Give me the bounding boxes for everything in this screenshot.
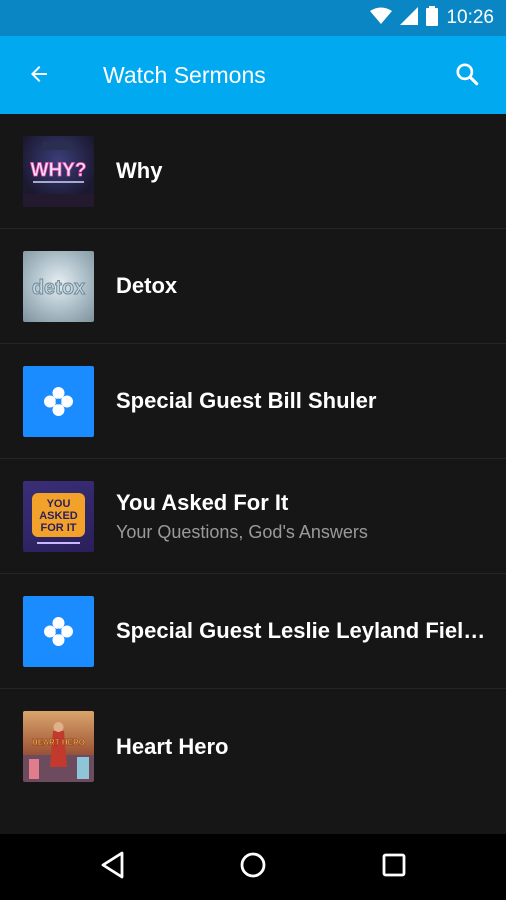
sermon-title: Special Guest Bill Shuler: [116, 388, 377, 413]
sermon-subtitle: Your Questions, God's Answers: [116, 521, 368, 542]
status-bar: 10:26: [0, 0, 506, 36]
list-item[interactable]: Special Guest Bill Shuler: [0, 344, 506, 459]
nav-recents-button[interactable]: [374, 847, 414, 887]
detox-artwork: detox: [23, 251, 94, 322]
list-item[interactable]: YOU ASKED FOR IT You Asked For It Your Q…: [0, 459, 506, 574]
church-logo-icon: [23, 366, 94, 437]
why-artwork: WHY?: [23, 136, 94, 207]
sermon-list: WHY? Why detox Detox Special Guest Bill …: [0, 114, 506, 834]
sermon-title: Detox: [116, 273, 178, 298]
heart-hero-art-text: HEART HERO: [32, 738, 85, 747]
list-item[interactable]: Special Guest Leslie Leyland Fiel…: [0, 574, 506, 689]
status-time: 10:26: [446, 7, 494, 28]
home-circle-icon: [239, 851, 267, 884]
you-asked-for-it-artwork: YOU ASKED FOR IT: [23, 481, 94, 552]
back-button[interactable]: [18, 55, 60, 97]
ysk-line2: ASKED: [39, 510, 78, 522]
app-bar: Watch Sermons: [0, 36, 506, 114]
search-button[interactable]: [446, 55, 488, 97]
recents-square-icon: [382, 853, 406, 882]
status-icons: 10:26: [370, 0, 494, 36]
wifi-icon: [370, 7, 393, 30]
detox-art-text: detox: [32, 277, 85, 299]
list-item[interactable]: detox Detox: [0, 229, 506, 344]
nav-back-button[interactable]: [93, 847, 133, 887]
cell-signal-icon: [400, 6, 419, 30]
heart-hero-artwork: HEART HERO: [23, 711, 94, 782]
nav-home-button[interactable]: [233, 847, 273, 887]
sermon-title: You Asked For It: [116, 489, 289, 515]
system-nav-bar: [0, 834, 506, 900]
ysk-line1: YOU: [47, 498, 71, 510]
ysk-line3: FOR IT: [40, 522, 76, 534]
arrow-back-icon: [27, 62, 51, 91]
list-item[interactable]: HEART HERO Heart Hero: [0, 689, 506, 804]
sermon-title: Why: [116, 158, 163, 183]
page-title: Watch Sermons: [103, 62, 266, 88]
sermon-title: Heart Hero: [116, 733, 229, 759]
list-item[interactable]: WHY? Why: [0, 114, 506, 229]
back-triangle-icon: [100, 851, 126, 884]
why-art-text: WHY?: [31, 160, 87, 181]
sermon-title: Special Guest Leslie Leyland Fiel…: [116, 618, 486, 643]
church-logo-icon: [23, 596, 94, 667]
battery-icon: [426, 5, 439, 31]
search-icon: [454, 61, 480, 92]
